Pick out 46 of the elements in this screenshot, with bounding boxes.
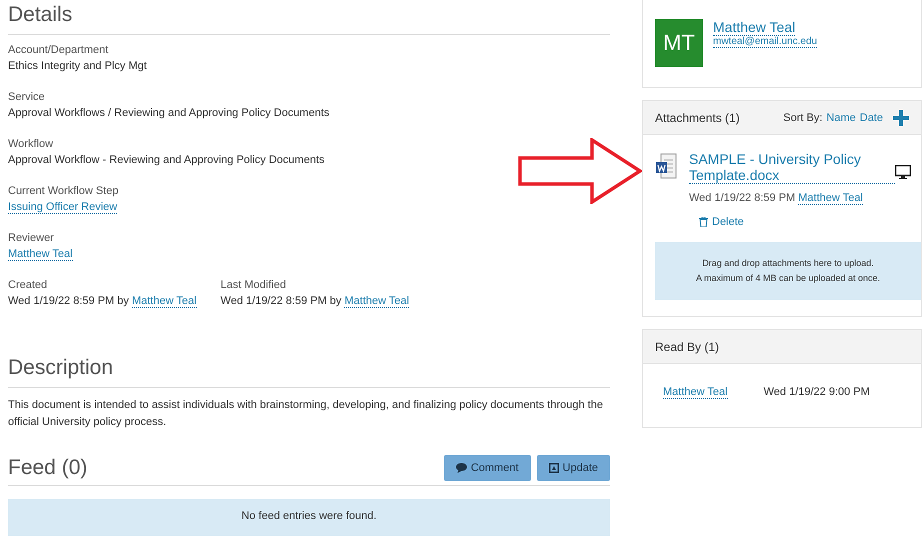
delete-link[interactable]: Delete	[699, 216, 744, 228]
field-label: Last Modified	[220, 279, 287, 291]
panel-title: Attachments (1)	[655, 110, 740, 124]
field-value: Approval Workflows / Reviewing and Approving Policy Documents	[8, 107, 330, 119]
sort-option[interactable]: Name	[826, 112, 856, 124]
section-heading: Details	[8, 0, 610, 35]
drop-zone[interactable]: Drag and drop attachments here to upload. A maximum of 4 MB can be uploaded at once.	[655, 242, 921, 300]
drop-zone-text: A maximum of 4 MB can be uploaded at once.	[694, 272, 882, 285]
field-label: Current Workflow Step	[8, 185, 120, 197]
sort-label: Sort By:	[783, 112, 822, 124]
reader-link[interactable]: Matthew Teal	[663, 386, 728, 399]
update-button[interactable]: Update	[536, 455, 610, 481]
edit-square-icon	[548, 463, 559, 473]
drop-zone-text: Drag and drop attachments here to upload.	[701, 257, 875, 270]
field-value: Ethics Integrity and Plcy Mgt	[8, 60, 148, 72]
field-label: Account/Department	[8, 44, 110, 56]
section-heading: Description	[8, 353, 610, 388]
sort-option[interactable]: Date	[860, 112, 883, 124]
email-link[interactable]: mwteal@email.unc.edu	[713, 36, 818, 48]
file-link[interactable]: SAMPLE - University Policy Template.docx	[689, 151, 895, 184]
upload-date: Wed 1/19/22 8:59 PM	[689, 192, 796, 204]
monitor-icon[interactable]	[895, 165, 911, 179]
speech-bubble-icon	[456, 463, 467, 473]
description-text: This document is intended to assist individuals with brainstorming, developing, and finalizing policy documents through the official University policy process.	[8, 398, 604, 430]
section-heading: Feed (0)	[8, 456, 88, 480]
initials-avatar: MT	[655, 19, 703, 67]
add-icon[interactable]	[893, 110, 909, 126]
user-link[interactable]: Matthew Teal	[344, 295, 410, 308]
field-label: Workflow	[8, 138, 54, 150]
field-label: Service	[8, 91, 46, 103]
empty-feed-notice: No feed entries were found.	[8, 499, 610, 536]
contact-name-link[interactable]: Matthew Teal	[713, 19, 796, 36]
panel-title: Read By (1)	[655, 340, 720, 354]
read-time: Wed 1/19/22 9:00 PM	[764, 386, 870, 399]
comment-button[interactable]: Comment	[444, 455, 531, 481]
user-link[interactable]: Matthew Teal	[132, 295, 197, 308]
field-link[interactable]: Matthew Teal	[8, 248, 73, 261]
field-label: Reviewer	[8, 232, 55, 244]
user-link[interactable]: Matthew Teal	[798, 192, 863, 205]
field-value: Wed 1/19/22 8:59 PM by	[220, 295, 342, 307]
field-value: Wed 1/19/22 8:59 PM by	[8, 295, 129, 307]
field-link[interactable]: Issuing Officer Review	[8, 201, 118, 214]
field-label: Created	[8, 279, 48, 291]
word-document-icon	[655, 153, 677, 179]
trash-icon	[699, 217, 708, 227]
field-value: Approval Workflow - Reviewing and Approving Policy Documents	[8, 154, 326, 166]
